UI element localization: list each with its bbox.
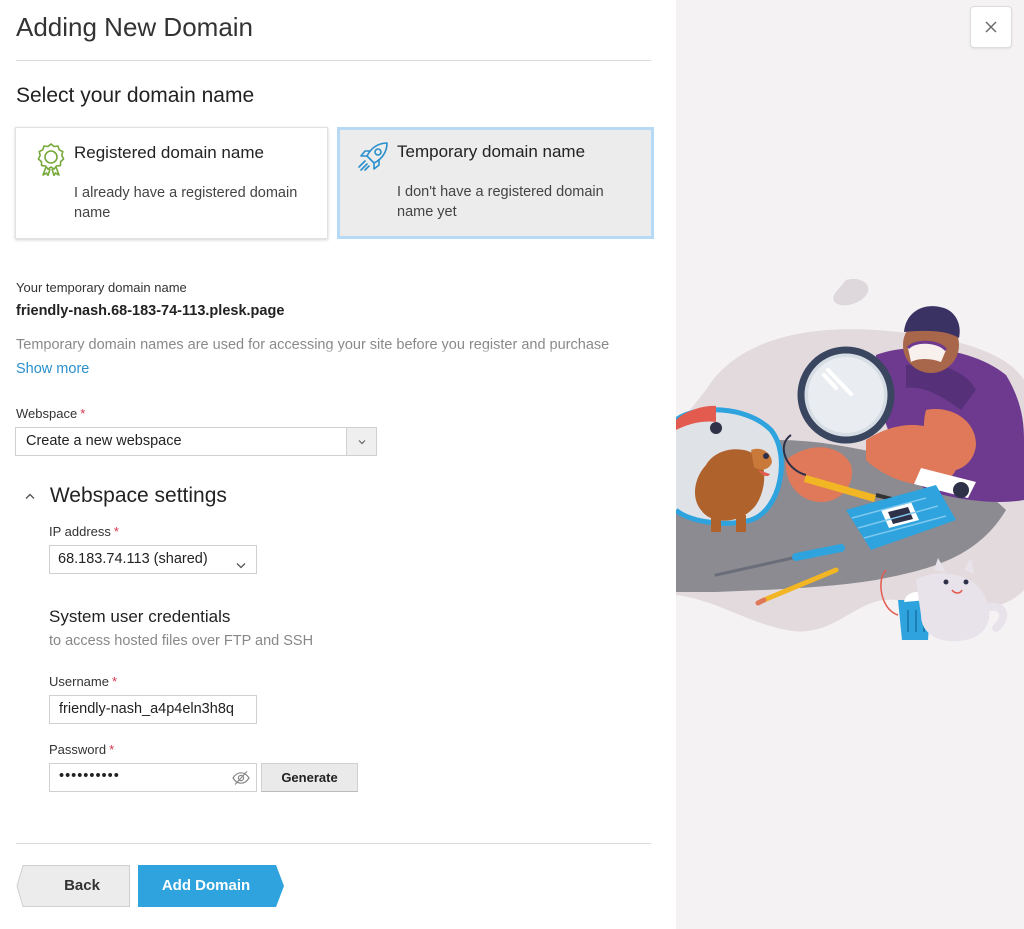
- close-icon: [985, 21, 997, 33]
- temporary-domain-note: Temporary domain names are used for acce…: [16, 337, 656, 357]
- add-domain-button[interactable]: Add Domain: [138, 865, 284, 907]
- domain-section-heading: Select your domain name: [16, 84, 255, 107]
- temporary-option-title: Temporary domain name: [397, 142, 586, 161]
- username-label-text: Username: [49, 674, 109, 689]
- password-label-text: Password: [49, 742, 107, 757]
- dialog-title: Adding New Domain: [16, 12, 254, 42]
- registered-domain-option[interactable]: Registered domain name I already have a …: [15, 127, 328, 239]
- credentials-title: System user credentials: [49, 607, 231, 626]
- username-label: Username *: [49, 674, 117, 689]
- required-mark: *: [111, 674, 118, 689]
- show-more-link[interactable]: Show more: [16, 361, 89, 377]
- password-label: Password *: [49, 742, 114, 757]
- title-divider: [16, 60, 651, 61]
- temporary-domain-value: friendly-nash.68-183-74-113.plesk.page: [16, 303, 285, 319]
- certificate-icon: [36, 142, 66, 177]
- required-mark: *: [113, 524, 119, 539]
- ip-address-label: IP address *: [49, 524, 119, 539]
- password-field[interactable]: ••••••••••: [49, 763, 257, 792]
- chevron-down-icon: [358, 440, 366, 445]
- dialog-panel: Adding New Domain Select your domain nam…: [0, 0, 676, 929]
- webspace-select[interactable]: Create a new webspace: [15, 427, 377, 456]
- ip-address-value: 68.183.74.113 (shared): [58, 551, 208, 567]
- webspace-settings-heading: Webspace settings: [49, 484, 227, 507]
- rocket-icon: [356, 140, 388, 174]
- temporary-domain-label: Your temporary domain name: [16, 280, 187, 295]
- footer-divider: [16, 843, 651, 844]
- developer-illustration: [676, 279, 1024, 642]
- webspace-label: Webspace *: [16, 406, 85, 421]
- chevron-down-icon: [236, 556, 246, 574]
- add-domain-button-label: Add Domain: [161, 877, 251, 894]
- ip-address-select[interactable]: 68.183.74.113 (shared): [49, 545, 257, 574]
- temporary-option-description: I don't have a registered domain name ye…: [397, 184, 604, 220]
- ip-address-label-text: IP address: [49, 524, 111, 539]
- temporary-domain-option[interactable]: Temporary domain name I don't have a reg…: [337, 127, 654, 239]
- back-button[interactable]: Back: [16, 865, 130, 907]
- required-mark: *: [80, 406, 86, 421]
- webspace-label-text: Webspace: [16, 406, 78, 421]
- credentials-subtitle: to access hosted files over FTP and SSH: [49, 633, 314, 649]
- username-value: friendly-nash_a4p4eln3h8q: [59, 701, 234, 717]
- webspace-select-value: Create a new webspace: [26, 433, 182, 449]
- close-button[interactable]: [970, 6, 1012, 48]
- registered-option-description: I already have a registered domain name: [74, 185, 298, 221]
- chevron-up-icon: [24, 484, 44, 508]
- username-field[interactable]: friendly-nash_a4p4eln3h8q: [49, 695, 257, 724]
- registered-option-title: Registered domain name: [74, 143, 264, 162]
- webspace-settings-toggle[interactable]: Webspace settings: [24, 484, 227, 508]
- required-mark: *: [109, 742, 115, 757]
- password-value: ••••••••••: [59, 768, 120, 784]
- webspace-dropdown-toggle[interactable]: [346, 428, 376, 455]
- hide-password-icon[interactable]: [232, 770, 250, 791]
- back-button-label: Back: [64, 877, 100, 894]
- generate-password-button[interactable]: Generate: [261, 763, 358, 792]
